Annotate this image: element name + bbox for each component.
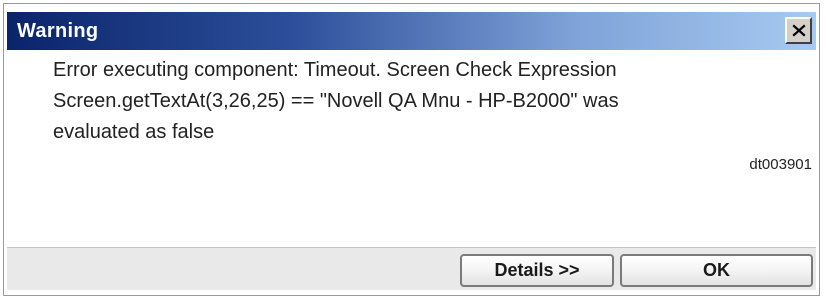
window-title: Warning bbox=[17, 20, 99, 42]
title-bar[interactable]: Warning bbox=[7, 12, 816, 50]
details-button[interactable]: Details >> bbox=[460, 254, 614, 287]
message-line-3: evaluated as false bbox=[53, 121, 215, 143]
ok-button[interactable]: OK bbox=[620, 254, 813, 287]
close-button[interactable] bbox=[785, 17, 812, 44]
message-line-2: Screen.getTextAt(3,26,25) == "Novell QA … bbox=[53, 90, 619, 112]
message-line-1: Error executing component: Timeout. Scre… bbox=[53, 59, 617, 81]
close-icon bbox=[792, 24, 806, 37]
error-code: dt003901 bbox=[749, 156, 812, 173]
button-bar: Details >> OK bbox=[7, 247, 816, 290]
error-message: Error executing component: Timeout. Scre… bbox=[53, 55, 793, 148]
